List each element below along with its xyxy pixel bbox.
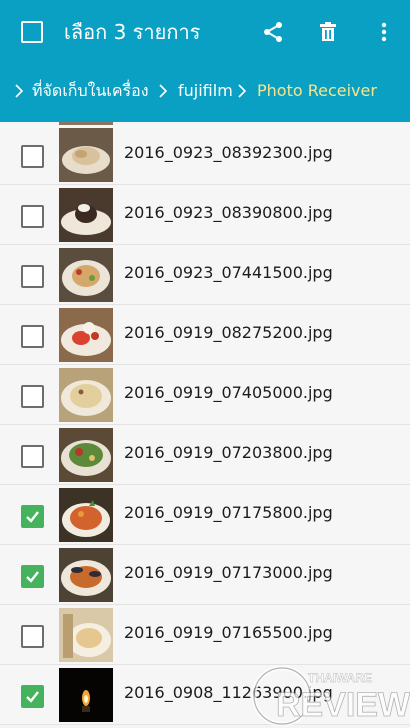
food-thumbnail — [59, 548, 113, 602]
file-name: 2016_0923_07441500.jpg — [124, 263, 333, 282]
breadcrumb: ที่จัดเก็บในเครื่อง fujifilm Photo Recei… — [0, 74, 410, 108]
watermark-brand: THAIWARE — [308, 671, 372, 685]
check-icon — [26, 511, 39, 523]
row-checkbox[interactable] — [21, 325, 44, 348]
check-icon — [26, 571, 39, 583]
file-name: 2016_0923_08392300.jpg — [124, 143, 333, 162]
row-checkbox[interactable] — [21, 445, 44, 468]
file-name: 2016_0919_07173000.jpg — [124, 563, 333, 582]
file-name: 2016_0919_07175800.jpg — [124, 503, 333, 522]
list-item[interactable]: 2016_0919_07175800.jpg — [0, 485, 410, 545]
check-icon — [26, 691, 39, 703]
food-thumbnail — [59, 428, 113, 482]
list-item[interactable]: 2016_0923_08392300.jpg — [0, 125, 410, 185]
file-name: 2016_0919_08275200.jpg — [124, 323, 333, 342]
food-thumbnail — [59, 488, 113, 542]
delete-icon[interactable] — [316, 20, 340, 48]
chevron-right-icon — [15, 84, 23, 98]
app-bar: เลือก 3 รายการ ที่จัดเก็บในเครื่อง fujif… — [0, 0, 410, 122]
candle-thumbnail — [59, 668, 113, 722]
food-thumbnail — [59, 308, 113, 362]
food-thumbnail — [59, 188, 113, 242]
food-thumbnail — [59, 368, 113, 422]
list-item[interactable]: 2016_0919_08275200.jpg — [0, 305, 410, 365]
row-checkbox[interactable] — [21, 625, 44, 648]
breadcrumb-item-photo-receiver[interactable]: Photo Receiver — [257, 74, 377, 108]
row-checkbox[interactable] — [21, 565, 44, 588]
chevron-right-icon — [238, 84, 246, 98]
row-checkbox[interactable] — [21, 685, 44, 708]
watermark-word: REVIEW — [276, 686, 410, 724]
row-checkbox[interactable] — [21, 205, 44, 228]
food-thumbnail — [59, 128, 113, 182]
list-item[interactable]: 2016_0919_07173000.jpg — [0, 545, 410, 605]
breadcrumb-item-fujifilm[interactable]: fujifilm — [178, 74, 233, 108]
row-checkbox[interactable] — [21, 505, 44, 528]
more-vert-icon[interactable] — [372, 20, 396, 48]
file-name: 2016_0923_08390800.jpg — [124, 203, 333, 222]
row-checkbox[interactable] — [21, 385, 44, 408]
list-item[interactable]: 2016_0919_07405000.jpg — [0, 365, 410, 425]
selection-toolbar: เลือก 3 รายการ — [0, 0, 410, 66]
food-thumbnail — [59, 248, 113, 302]
select-all-checkbox[interactable] — [21, 21, 43, 43]
file-list[interactable]: 2016_0923_08392300.jpg 2016_0923_0839080… — [0, 122, 410, 728]
list-item[interactable]: 2016_0923_07441500.jpg — [0, 245, 410, 305]
file-name: 2016_0919_07165500.jpg — [124, 623, 333, 642]
food-thumbnail — [59, 608, 113, 662]
row-checkbox[interactable] — [21, 145, 44, 168]
list-item[interactable]: 2016_0923_08390800.jpg — [0, 185, 410, 245]
share-icon[interactable] — [261, 20, 285, 48]
chevron-right-icon — [159, 84, 167, 98]
file-name: 2016_0919_07203800.jpg — [124, 443, 333, 462]
selection-title: เลือก 3 รายการ — [64, 20, 201, 44]
row-checkbox[interactable] — [21, 265, 44, 288]
file-name: 2016_0919_07405000.jpg — [124, 383, 333, 402]
list-item[interactable]: 2016_0919_07165500.jpg — [0, 605, 410, 665]
thaiware-review-watermark: THAIWARE REVIEW — [251, 665, 410, 727]
breadcrumb-item-local-storage[interactable]: ที่จัดเก็บในเครื่อง — [32, 74, 149, 108]
list-item[interactable]: 2016_0919_07203800.jpg — [0, 425, 410, 485]
